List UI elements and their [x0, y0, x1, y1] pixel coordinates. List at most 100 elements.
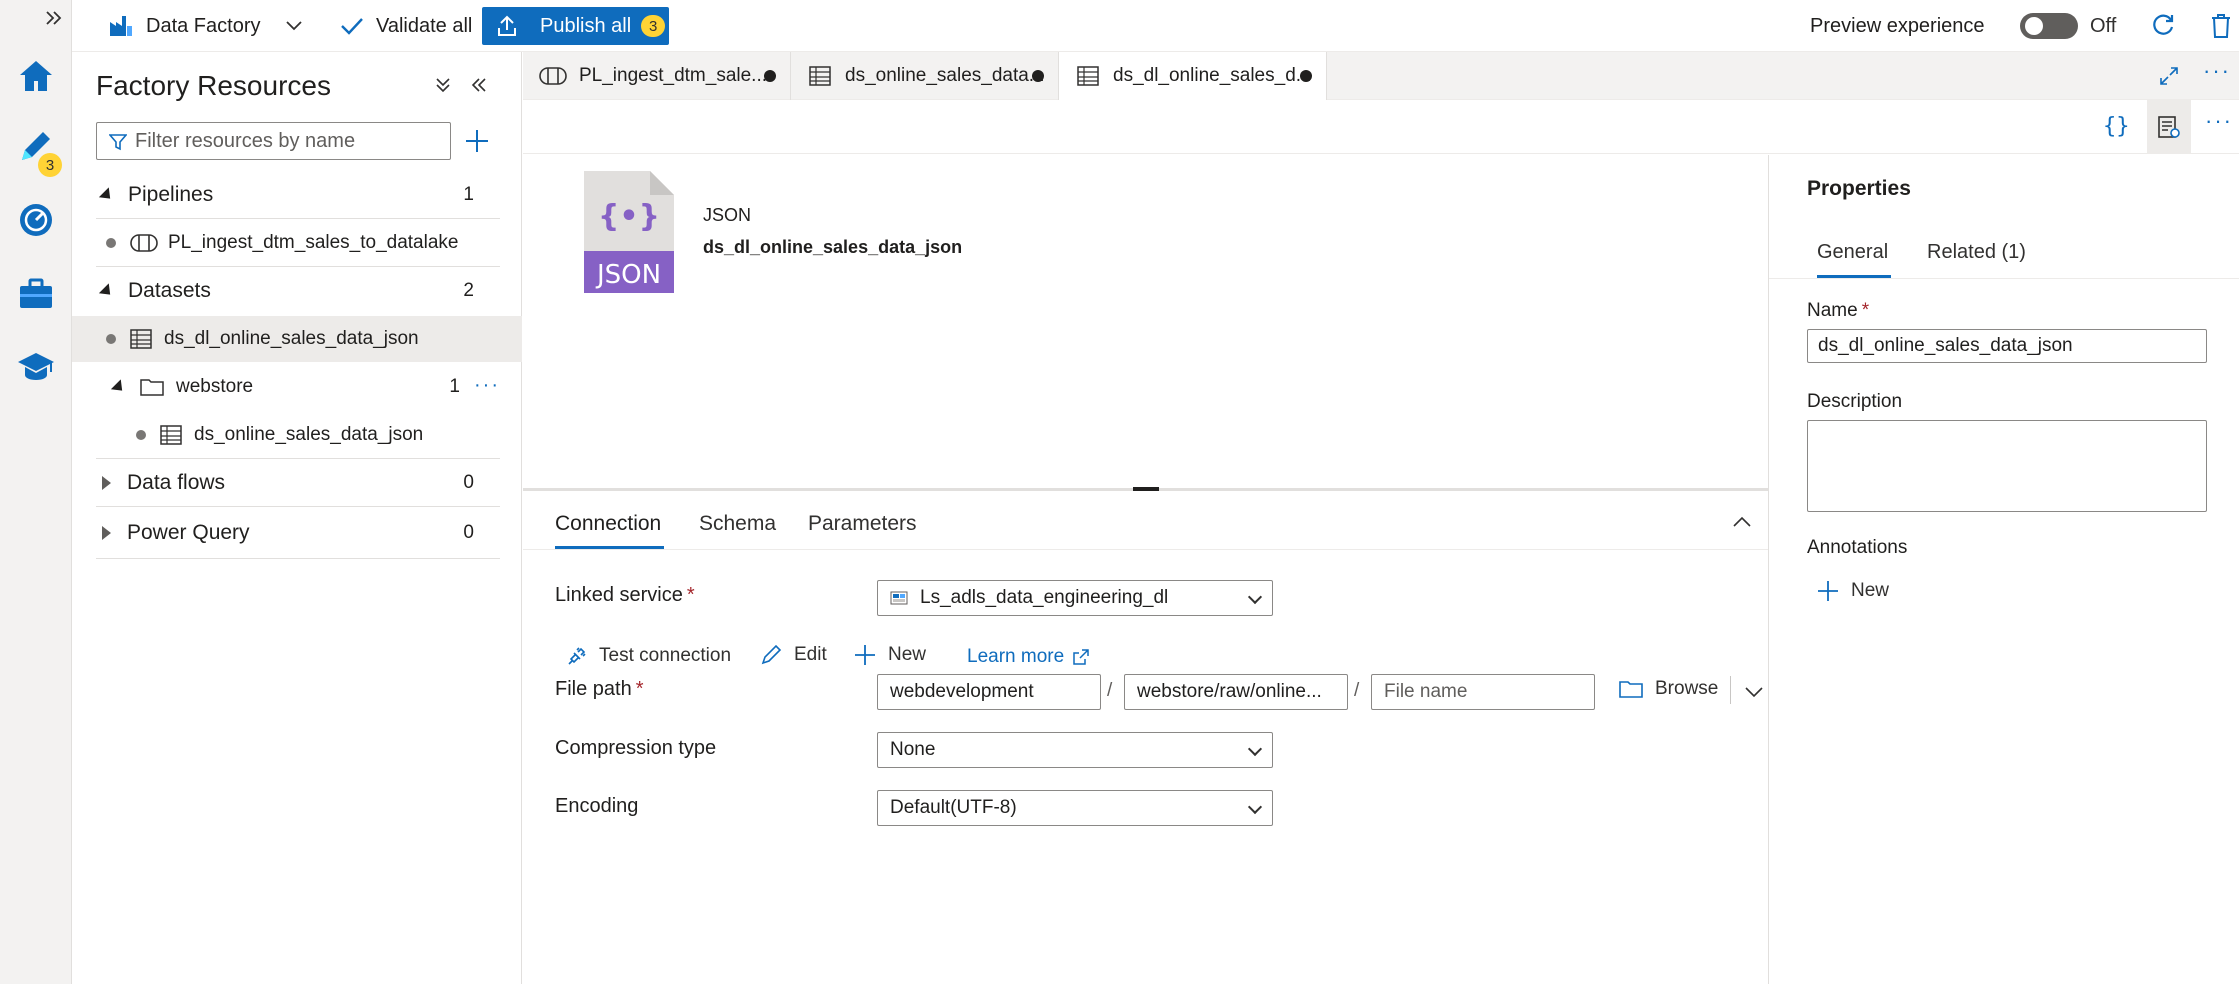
preview-experience-label: Preview experience	[1810, 14, 1985, 37]
name-input[interactable]: ds_dl_online_sales_data_json	[1807, 329, 2207, 363]
add-resource-icon[interactable]	[464, 128, 490, 154]
maximize-icon[interactable]	[2159, 66, 2179, 86]
new-annotation-button[interactable]: New	[1817, 580, 1889, 602]
tab-pipeline[interactable]: PL_ingest_dtm_sale...	[523, 52, 791, 100]
edit-label: Edit	[794, 644, 827, 665]
more-options-icon[interactable]: ···	[474, 374, 500, 397]
file-name-input[interactable]: File name	[1371, 674, 1595, 710]
data-factory-selector[interactable]: Data Factory	[108, 0, 303, 52]
dataset-name: ds_dl_online_sales_data_json	[164, 328, 419, 349]
publish-all-label: Publish all	[540, 14, 632, 37]
folder-icon	[140, 377, 164, 397]
tree-group-dataflows[interactable]: Data flows 0	[96, 460, 500, 506]
dataset-canvas: {•} JSON JSON ds_dl_online_sales_data_js…	[523, 155, 1768, 490]
collapse-panel-icon[interactable]	[470, 76, 488, 94]
tab-general[interactable]: General	[1817, 241, 1888, 264]
monitor-icon[interactable]	[14, 198, 58, 242]
collapsed-caret-icon	[102, 526, 111, 540]
toolbox-icon[interactable]	[14, 272, 58, 316]
expand-rail-icon[interactable]	[40, 4, 68, 32]
checkmark-icon	[340, 16, 364, 36]
chevron-down-icon	[286, 21, 303, 31]
tab-label: PL_ingest_dtm_sale...	[579, 65, 768, 86]
splitter-grip[interactable]	[1133, 487, 1159, 491]
validate-all-button[interactable]: Validate all	[340, 0, 472, 52]
tab-connection[interactable]: Connection	[555, 512, 661, 536]
table-icon	[1077, 66, 1099, 86]
linked-service-label: Linked service *	[555, 584, 695, 606]
description-textarea[interactable]	[1807, 420, 2207, 512]
edit-icon	[760, 644, 782, 666]
editor-tabs: PL_ingest_dtm_sale... ds_online_sales_da…	[523, 52, 2239, 100]
publish-all-button[interactable]: Publish all 3	[482, 7, 669, 45]
new-linked-service-button[interactable]: New	[854, 644, 926, 666]
tree-folder-webstore[interactable]: webstore 1 ···	[96, 364, 500, 410]
edit-button[interactable]: Edit	[760, 644, 827, 666]
tree-item-dataset[interactable]: ds_online_sales_data_json	[96, 412, 500, 458]
tree-item-dataset-selected[interactable]: ds_dl_online_sales_data_json	[72, 316, 522, 362]
collapse-all-icon[interactable]	[434, 76, 452, 94]
plus-icon	[854, 644, 876, 666]
preview-toggle[interactable]	[2020, 13, 2078, 39]
learn-icon[interactable]	[14, 344, 58, 388]
tree-group-datasets[interactable]: Datasets 2	[96, 268, 500, 314]
refresh-icon[interactable]	[2150, 0, 2176, 52]
pipelines-label: Pipelines	[128, 183, 214, 206]
editor-more-icon[interactable]: ···	[2205, 108, 2233, 134]
divider	[523, 549, 1768, 550]
discard-icon[interactable]	[2210, 0, 2232, 52]
home-icon[interactable]	[14, 54, 58, 98]
filter-icon	[109, 133, 127, 151]
learn-more-link[interactable]: Learn more	[967, 646, 1090, 668]
divider	[96, 458, 500, 459]
code-view-icon[interactable]: {}	[2103, 114, 2130, 139]
dataset-type-label: JSON	[703, 205, 752, 225]
factory-resources-panel: Factory Resources Filter resources by na…	[72, 52, 522, 984]
compression-type-label: Compression type	[555, 737, 717, 759]
expanded-caret-icon	[98, 186, 116, 204]
chevron-down-icon	[1247, 799, 1263, 815]
tree-group-powerquery[interactable]: Power Query 0	[96, 510, 500, 556]
dataflows-label: Data flows	[127, 471, 226, 494]
pipeline-icon	[130, 233, 158, 253]
folder-icon	[1619, 679, 1643, 699]
path-separator: /	[1107, 680, 1113, 701]
encoding-dropdown[interactable]: Default(UTF-8)	[877, 790, 1273, 826]
file-path-container-input[interactable]: webdevelopment	[877, 674, 1101, 710]
compression-value: None	[890, 739, 936, 760]
expanded-caret-icon	[98, 282, 116, 300]
file-path-directory-input[interactable]: webstore/raw/online...	[1124, 674, 1348, 710]
properties-title: Properties	[1807, 177, 1911, 200]
name-label: Name *	[1807, 300, 1870, 321]
test-connection-button[interactable]: Test connection	[565, 644, 731, 668]
pipeline-icon	[539, 66, 567, 86]
toggle-state-label: Off	[2090, 14, 2117, 37]
tab-parameters[interactable]: Parameters	[808, 512, 917, 536]
filter-resources-input[interactable]: Filter resources by name	[96, 122, 451, 160]
collapse-panel-icon[interactable]	[1733, 516, 1751, 528]
divider	[96, 558, 500, 559]
properties-panel-icon[interactable]	[2147, 100, 2191, 154]
tab-dataset-active[interactable]: ds_dl_online_sales_d...	[1059, 52, 1327, 100]
tree-item-pipeline[interactable]: PL_ingest_dtm_sales_to_datalake	[96, 220, 500, 266]
collapsed-caret-icon	[102, 476, 111, 490]
new-annotation-label: New	[1851, 580, 1890, 601]
linked-service-dropdown[interactable]: Ls_adls_data_engineering_dl	[877, 580, 1273, 616]
tab-dataset[interactable]: ds_online_sales_data...	[791, 52, 1059, 100]
divider	[1730, 676, 1731, 704]
folder-label: webstore	[176, 376, 254, 397]
tabs-more-icon[interactable]: ···	[2203, 58, 2231, 84]
storage-icon	[890, 591, 908, 605]
compression-type-dropdown[interactable]: None	[877, 732, 1273, 768]
dataset-title: ds_dl_online_sales_data_json	[703, 237, 963, 257]
encoding-label: Encoding	[555, 795, 639, 817]
chevron-down-icon	[1247, 741, 1263, 757]
chevron-down-icon[interactable]	[1745, 686, 1763, 698]
upload-icon	[496, 15, 518, 37]
annotations-label: Annotations	[1807, 537, 1908, 558]
browse-button[interactable]: Browse	[1619, 678, 1718, 700]
tree-group-pipelines[interactable]: Pipelines 1	[96, 172, 500, 218]
tab-schema[interactable]: Schema	[699, 512, 776, 536]
tab-related[interactable]: Related (1)	[1927, 241, 2026, 264]
unsaved-dot	[136, 430, 146, 440]
